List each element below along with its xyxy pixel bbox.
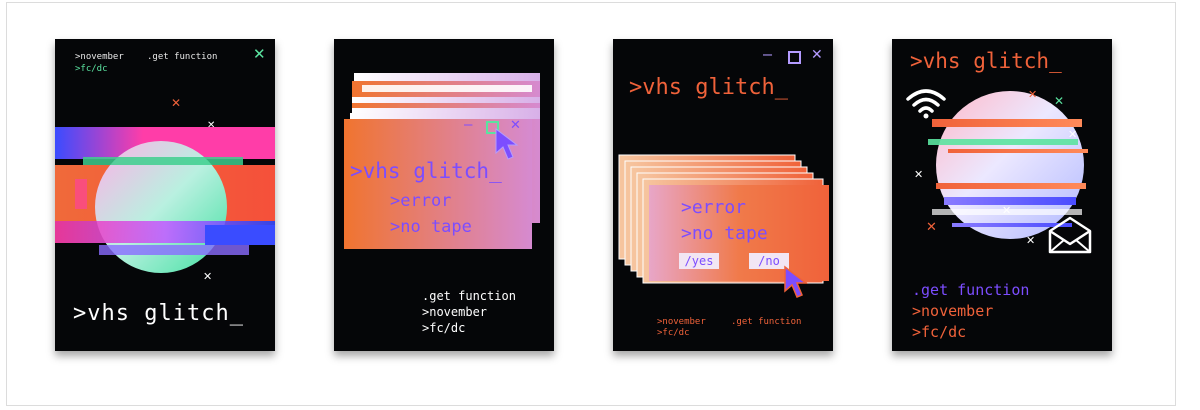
poster-2: — ✕ >vhs glitch_ >error >no tape .get fu… (334, 39, 554, 351)
cross-mark-icon: ✕ (914, 168, 924, 181)
footer-get-function: .get function (912, 281, 1030, 299)
footer-get-function: .get function (422, 289, 516, 303)
stacked-dialogs-art (618, 154, 829, 284)
footer-fc-dc: >fc/dc (657, 328, 690, 338)
poster-3: — ✕ >vhs glitch_ >error >no tape /yes /n… (613, 39, 833, 351)
glitch-band (75, 179, 87, 209)
yes-button[interactable]: /yes (679, 253, 719, 269)
footer-november: >november (657, 317, 706, 327)
glitch-band (205, 225, 275, 245)
cross-mark-icon: ✕ (926, 220, 937, 235)
window-stack-layer (352, 97, 540, 103)
glitch-band (928, 139, 1078, 145)
glitch-band (932, 119, 1082, 127)
canvas-frame: >november .get function >fc/dc ✕ ✕ ✕ ✕ >… (6, 2, 1176, 406)
cross-mark-icon: ✕ (203, 270, 213, 283)
poster-1: >november .get function >fc/dc ✕ ✕ ✕ ✕ >… (55, 39, 275, 351)
cross-mark-icon: ✕ (1002, 204, 1012, 217)
dialog-line-no-tape: >no tape (390, 217, 472, 237)
minimize-icon: — (464, 117, 473, 133)
window-stack-layer (362, 85, 532, 92)
mouse-cursor-icon (495, 127, 519, 160)
mouse-cursor-icon (784, 265, 809, 298)
glitch-band (83, 157, 243, 165)
poster-title: >vhs glitch_ (73, 301, 244, 326)
dialog-line-error: >error (681, 197, 747, 218)
dialog-line-no-tape: >no tape (681, 223, 768, 244)
envelope-icon (1048, 216, 1092, 254)
footer-get-function: .get function (731, 317, 802, 327)
cross-mark-icon: ✕ (1028, 88, 1038, 101)
glitch-band (99, 245, 249, 255)
cross-mark-icon: ✕ (1054, 94, 1065, 108)
dialog-line-error: >error (390, 191, 452, 211)
glitch-band (936, 183, 1086, 189)
cross-mark-icon: ✕ (1068, 128, 1078, 141)
dialog-title: >vhs glitch_ (350, 159, 502, 183)
glitch-band (948, 149, 1088, 153)
footer-november: >november (422, 305, 488, 319)
footer-november: >november (912, 302, 994, 320)
cross-mark-icon: ✕ (1026, 234, 1036, 247)
poster-4: >vhs glitch_ ✕ ✕ ✕ ✕ ✕ ✕ ✕ .get function… (892, 39, 1112, 351)
footer-fc-dc: >fc/dc (912, 323, 967, 341)
footer-fc-dc: >fc/dc (422, 321, 466, 335)
